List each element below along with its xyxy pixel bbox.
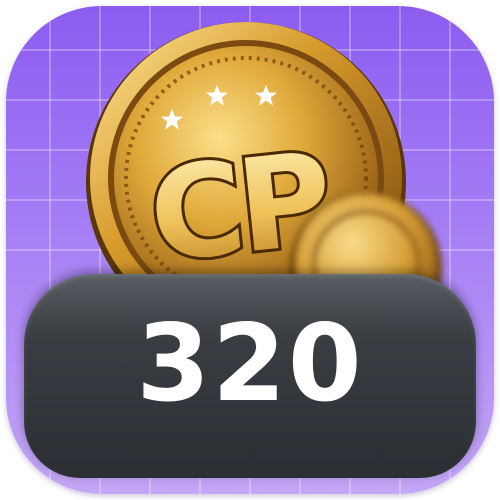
coin-amount: 320 <box>136 302 364 425</box>
value-badge: 320 <box>24 274 476 478</box>
app-icon-tile[interactable]: CP 320 <box>6 6 494 494</box>
